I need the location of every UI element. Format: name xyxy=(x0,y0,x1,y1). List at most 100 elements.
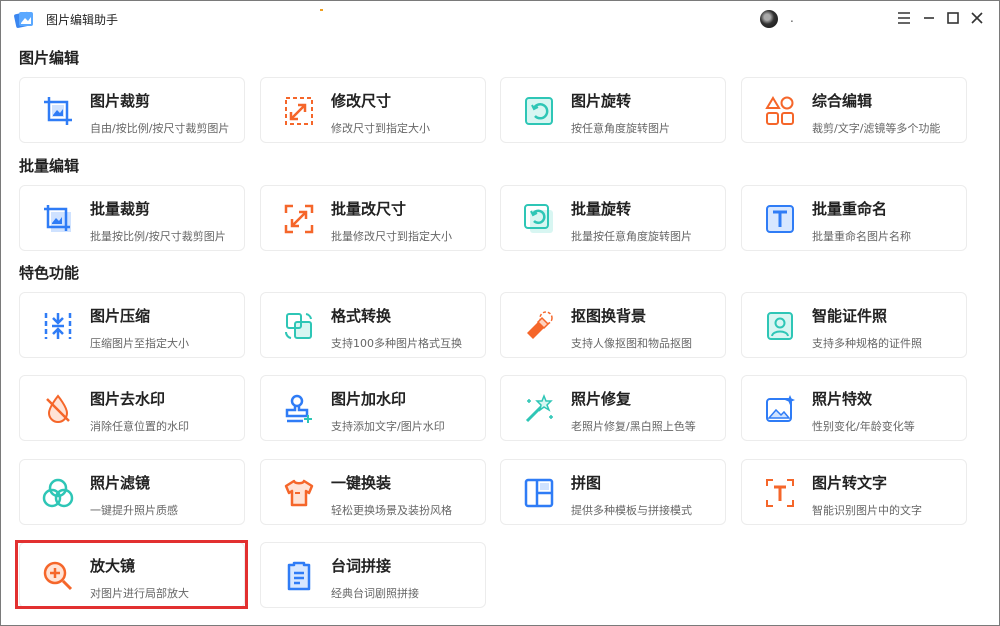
batch-resize-icon xyxy=(284,204,314,234)
tool-name: 批量裁剪 xyxy=(90,200,151,218)
document-icon xyxy=(287,561,311,591)
maximize-button[interactable] xyxy=(944,9,962,27)
tool-card-remove-watermark[interactable]: 图片去水印 消除任意位置的水印 xyxy=(19,375,245,441)
tool-card-crop[interactable]: 图片裁剪 自由/按比例/按尺寸裁剪图片 xyxy=(19,77,245,143)
tool-name: 修改尺寸 xyxy=(331,92,392,110)
tool-card-add-watermark[interactable]: 图片加水印 支持添加文字/图片水印 xyxy=(260,375,486,441)
section-title-featured: 特色功能 xyxy=(19,264,80,282)
user-name[interactable]: . xyxy=(790,11,794,25)
tool-description: 支持多种规格的证件照 xyxy=(812,337,922,350)
tool-card-batch-rotate[interactable]: 批量旋转 批量按任意角度旋转图片 xyxy=(500,185,726,251)
eraser-icon xyxy=(527,311,553,339)
tool-card-photo-effects[interactable]: 照片特效 性别变化/年龄变化等 xyxy=(741,375,967,441)
tool-name: 图片裁剪 xyxy=(90,92,151,110)
minimize-icon xyxy=(924,17,934,19)
tool-description: 裁剪/文字/滤镜等多个功能 xyxy=(812,122,941,135)
highlight-box xyxy=(15,540,248,609)
tool-name: 一键换装 xyxy=(331,474,392,492)
tool-name: 图片压缩 xyxy=(90,307,151,325)
tool-description: 批量重命名图片名称 xyxy=(812,230,911,243)
tool-description: 提供多种模板与拼接模式 xyxy=(571,504,692,517)
tool-description: 性别变化/年龄变化等 xyxy=(812,420,915,433)
close-icon xyxy=(971,12,983,24)
menu-button[interactable] xyxy=(895,9,913,27)
tool-description: 按任意角度旋转图片 xyxy=(571,122,670,135)
tool-name: 综合编辑 xyxy=(812,92,873,110)
rename-icon xyxy=(766,205,794,233)
tool-name: 拼图 xyxy=(571,474,602,492)
tool-name: 照片特效 xyxy=(812,390,873,408)
tool-card-compress[interactable]: 图片压缩 压缩图片至指定大小 xyxy=(19,292,245,358)
app-title: 图片编辑助手 xyxy=(46,13,119,27)
tool-card-rotate[interactable]: 图片旋转 按任意角度旋转图片 xyxy=(500,77,726,143)
magic-wand-icon xyxy=(525,393,553,423)
tool-description: 修改尺寸到指定大小 xyxy=(331,122,430,135)
tool-card-photo-repair[interactable]: 照片修复 老照片修复/黑白照上色等 xyxy=(500,375,726,441)
tool-description: 批量按比例/按尺寸裁剪图片 xyxy=(90,230,226,243)
section-title-batch-edit: 批量编辑 xyxy=(19,157,80,175)
tool-card-outfit-change[interactable]: 一键换装 轻松更换场景及装扮风格 xyxy=(260,459,486,525)
remove-watermark-icon xyxy=(46,394,70,423)
tool-name: 图片加水印 xyxy=(331,390,407,408)
tool-description: 经典台词剧照拼接 xyxy=(331,587,419,600)
compress-icon xyxy=(44,313,72,339)
tool-card-image-to-text[interactable]: 图片转文字 智能识别图片中的文字 xyxy=(741,459,967,525)
tool-description: 支持添加文字/图片水印 xyxy=(331,420,445,433)
close-button[interactable] xyxy=(968,9,986,27)
tool-description: 支持100多种图片格式互换 xyxy=(331,337,462,350)
tool-description: 智能识别图片中的文字 xyxy=(812,504,922,517)
tool-card-batch-resize[interactable]: 批量改尺寸 批量修改尺寸到指定大小 xyxy=(260,185,486,251)
app-logo-icon xyxy=(14,11,33,28)
menu-icon xyxy=(898,12,910,24)
batch-crop-icon xyxy=(44,205,71,232)
tool-card-id-photo[interactable]: 智能证件照 支持多种规格的证件照 xyxy=(741,292,967,358)
tool-card-collage[interactable]: 拼图 提供多种模板与拼接模式 xyxy=(500,459,726,525)
tool-name: 批量重命名 xyxy=(812,200,888,218)
tool-description: 一键提升照片质感 xyxy=(90,504,178,517)
resize-icon xyxy=(285,97,313,125)
tool-description: 自由/按比例/按尺寸裁剪图片 xyxy=(90,122,230,135)
ocr-text-icon xyxy=(766,479,794,507)
tool-card-subtitle-stitch[interactable]: 台词拼接 经典台词剧照拼接 xyxy=(260,542,486,608)
tool-name: 格式转换 xyxy=(331,307,392,325)
crop-icon xyxy=(44,97,72,125)
tool-name: 图片转文字 xyxy=(812,474,888,492)
tool-description: 支持人像抠图和物品抠图 xyxy=(571,337,692,350)
minimize-button[interactable] xyxy=(920,9,938,27)
tool-description: 老照片修复/黑白照上色等 xyxy=(571,420,696,433)
avatar[interactable] xyxy=(760,10,778,28)
tool-card-composite-edit[interactable]: 综合编辑 裁剪/文字/滤镜等多个功能 xyxy=(741,77,967,143)
tool-description: 批量修改尺寸到指定大小 xyxy=(331,230,452,243)
id-photo-icon xyxy=(767,312,793,340)
tool-name: 批量旋转 xyxy=(571,200,632,218)
shirt-icon xyxy=(284,479,314,507)
tool-description: 批量按任意角度旋转图片 xyxy=(571,230,692,243)
tool-card-photo-filter[interactable]: 照片滤镜 一键提升照片质感 xyxy=(19,459,245,525)
tool-name: 批量改尺寸 xyxy=(331,200,407,218)
tool-card-format-convert[interactable]: 格式转换 支持100多种图片格式互换 xyxy=(260,292,486,358)
tool-card-cutout-background[interactable]: 抠图换背景 支持人像抠图和物品抠图 xyxy=(500,292,726,358)
filter-icon xyxy=(42,478,74,508)
tool-name: 智能证件照 xyxy=(812,307,888,325)
batch-rotate-icon xyxy=(524,204,553,233)
tool-card-resize[interactable]: 修改尺寸 修改尺寸到指定大小 xyxy=(260,77,486,143)
stamp-icon xyxy=(285,394,312,423)
collage-icon xyxy=(524,478,554,508)
shapes-icon xyxy=(765,96,794,125)
tool-name: 图片旋转 xyxy=(571,92,632,110)
tool-description: 轻松更换场景及装扮风格 xyxy=(331,504,452,517)
image-sparkle-icon xyxy=(766,395,795,422)
title-decoration xyxy=(320,9,323,11)
tool-name: 台词拼接 xyxy=(331,557,392,575)
tool-description: 消除任意位置的水印 xyxy=(90,420,189,433)
tool-name: 图片去水印 xyxy=(90,390,166,408)
tool-name: 照片滤镜 xyxy=(90,474,151,492)
title-bar: 图片编辑助手 . xyxy=(0,0,1000,38)
maximize-icon xyxy=(947,12,959,24)
section-title-image-edit: 图片编辑 xyxy=(19,49,80,67)
tool-name: 抠图换背景 xyxy=(571,307,647,325)
tool-name: 照片修复 xyxy=(571,390,632,408)
rotate-icon xyxy=(525,97,553,125)
tool-card-batch-rename[interactable]: 批量重命名 批量重命名图片名称 xyxy=(741,185,967,251)
tool-card-batch-crop[interactable]: 批量裁剪 批量按比例/按尺寸裁剪图片 xyxy=(19,185,245,251)
